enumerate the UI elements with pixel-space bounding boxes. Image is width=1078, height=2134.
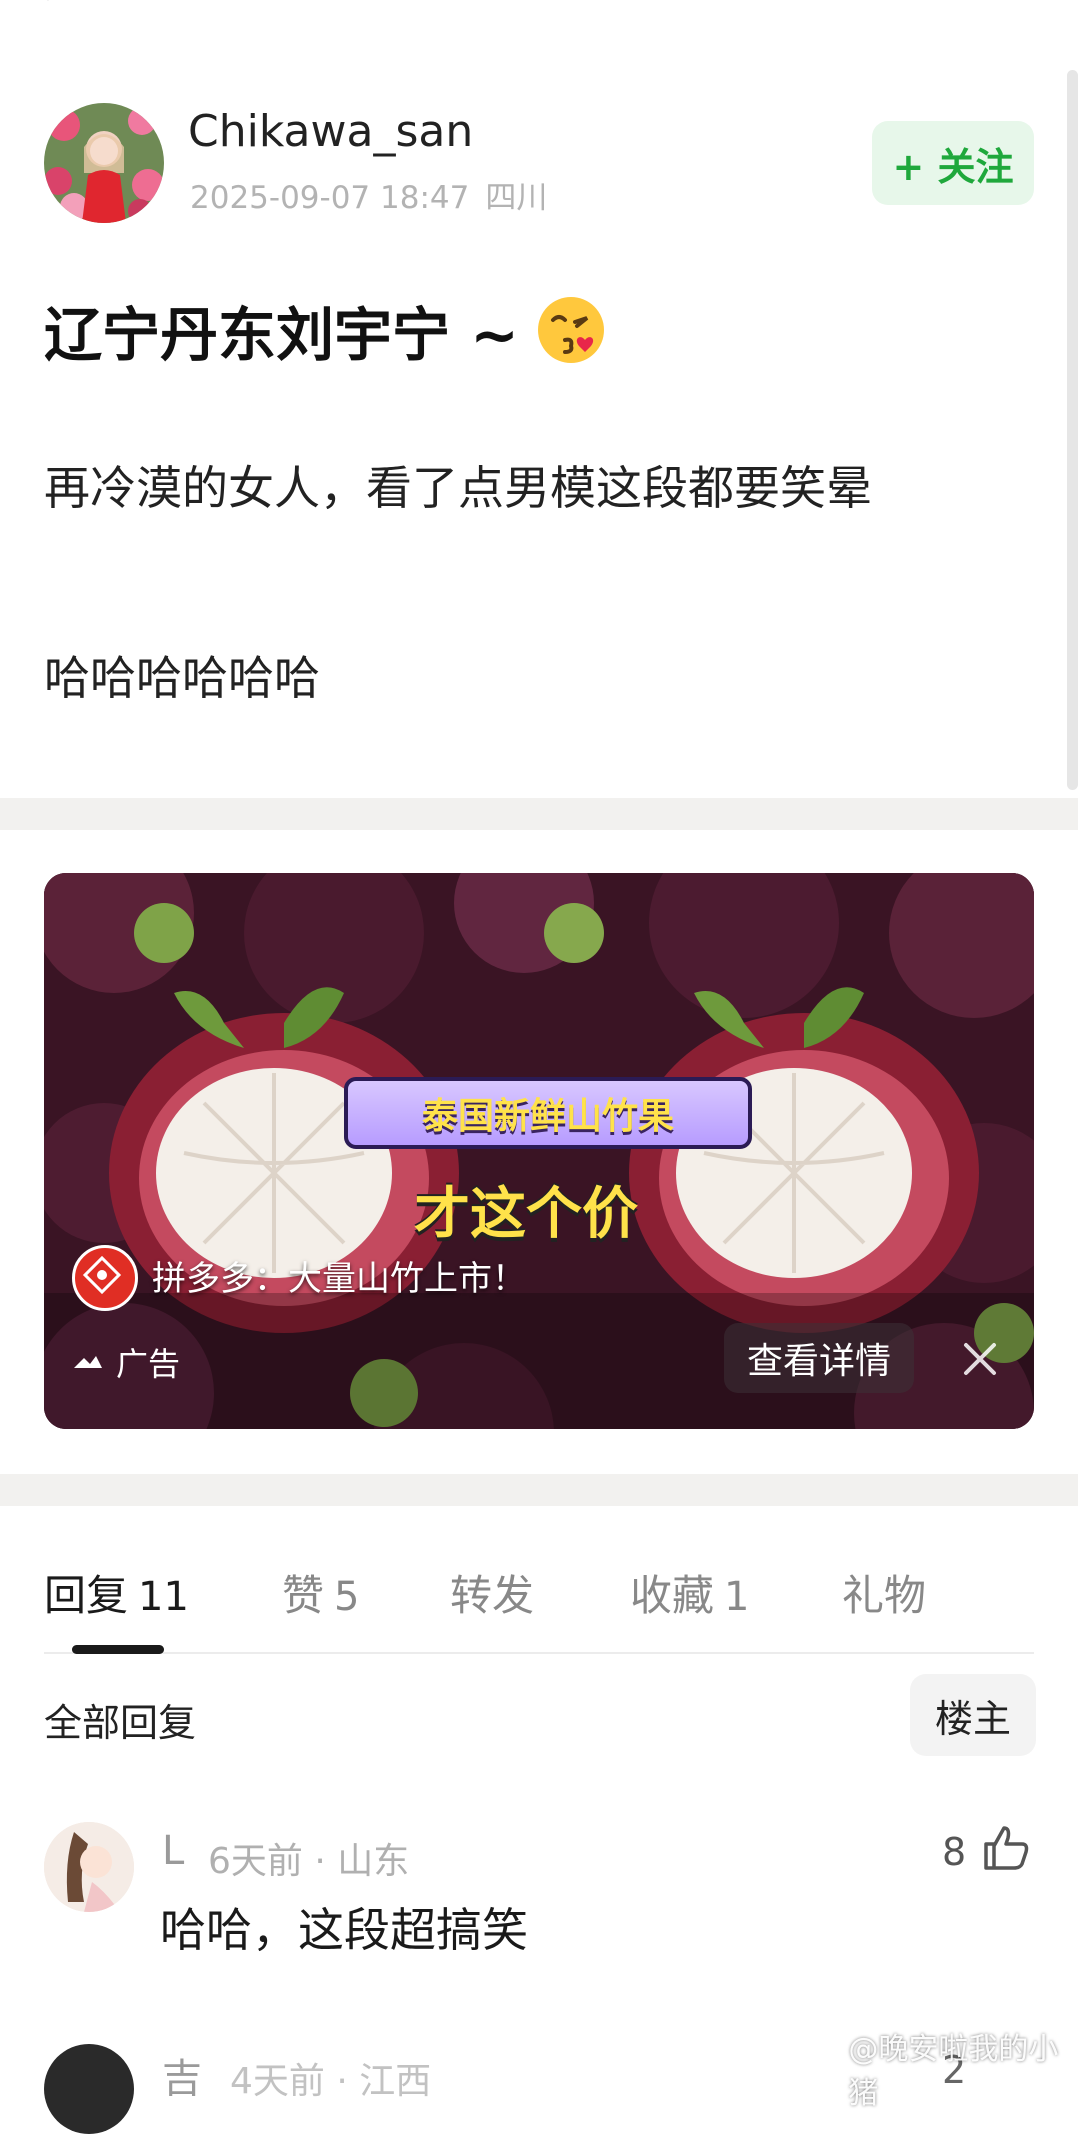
watermark: @晚安啦我的小猪 <box>806 2024 1078 2112</box>
tab-favorites[interactable]: 收藏 1 <box>630 1562 749 1623</box>
tab-gifts[interactable]: 礼物 <box>842 1562 926 1623</box>
pinduoduo-logo-icon <box>72 1245 138 1311</box>
ad-view-details-button[interactable]: 查看详情 <box>724 1323 914 1393</box>
all-replies-heading: 全部回复 <box>44 1701 197 1745</box>
post-meta: 2025-09-07 18:47 四川 <box>190 172 547 217</box>
author-name[interactable]: Chikawa_san <box>188 106 473 157</box>
author-avatar[interactable] <box>44 103 164 223</box>
ad-banner-text: 泰国新鲜山竹果 <box>344 1077 752 1149</box>
ad-slogan: 拼多多：大量山竹上市！ <box>152 1259 526 1299</box>
follow-button[interactable]: + 关注 <box>872 121 1034 205</box>
scrollbar[interactable] <box>1067 70 1078 790</box>
comment-avatar[interactable] <box>44 1822 134 1912</box>
ad-label: 广告 <box>72 1339 180 1385</box>
section-divider <box>0 1474 1078 1506</box>
active-tab-indicator <box>72 1645 164 1654</box>
comment-username[interactable]: 吉 <box>162 2046 202 2104</box>
ad-price-text: 才这个价 <box>414 1182 638 1247</box>
ad-mark-icon <box>74 1356 102 1368</box>
ad-card[interactable]: 泰国新鲜山竹果 才这个价 拼多多：大量山竹上市！ 广告 查看详情 <box>44 873 1034 1429</box>
comment-like-count: 8 <box>942 1830 967 1874</box>
back-arrow-icon[interactable] <box>40 0 70 14</box>
comment-meta: 4天前 · 江西 <box>230 2061 432 2102</box>
post-title-text: 辽宁丹东刘宇宁 ~ <box>44 301 519 369</box>
tab-likes[interactable]: 赞5 <box>282 1562 359 1623</box>
post-body-line-2: 哈哈哈哈哈哈 <box>44 651 320 705</box>
face-blowing-kiss-icon <box>537 297 604 363</box>
tab-reposts[interactable]: 转发 <box>450 1562 534 1623</box>
post-location: 四川 <box>485 180 548 216</box>
comment-text: 哈哈，这段超搞笑 <box>160 1903 528 1957</box>
post-body-line-1: 再冷漠的女人，看了点男模这段都要笑晕 <box>44 461 872 515</box>
post-timestamp: 2025-09-07 18:47 <box>190 180 470 216</box>
close-icon[interactable] <box>960 1339 1000 1379</box>
comment-username[interactable]: L <box>162 1828 184 1874</box>
weibo-logo-icon <box>806 2056 840 2082</box>
thumbs-up-icon[interactable] <box>980 1822 1032 1874</box>
section-divider <box>0 798 1078 830</box>
tab-bar-rule <box>44 1652 1034 1654</box>
comment-meta: 6天前 · 山东 <box>208 1841 410 1882</box>
owner-only-filter-button[interactable]: 楼主 <box>910 1674 1036 1756</box>
ad-label-text: 广告 <box>116 1345 181 1383</box>
comment-avatar[interactable] <box>44 2044 134 2134</box>
tab-replies[interactable]: 回复 11 <box>44 1562 189 1623</box>
post-title: 辽宁丹东刘宇宁 ~ <box>44 288 607 372</box>
watermark-text: @晚安啦我的小猪 <box>848 2032 1059 2111</box>
